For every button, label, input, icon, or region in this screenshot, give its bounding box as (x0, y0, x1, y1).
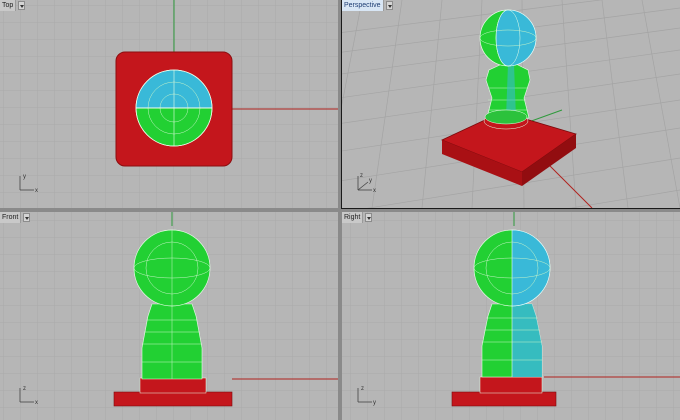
viewport-top-header: Top (0, 0, 26, 11)
viewport-right-scene: z y (342, 212, 680, 420)
viewport-right-axis-y-label: y (373, 400, 376, 406)
viewport-right-menu-caret-icon[interactable] (365, 213, 373, 222)
viewport-top[interactable]: Top y x (0, 0, 338, 208)
viewport-perspective-axis-z-label: z (360, 173, 363, 179)
viewport-perspective-axis-x-label: x (373, 188, 376, 194)
viewport-perspective[interactable]: Perspective z y x (341, 0, 680, 209)
viewport-top-axis-y-label: y (23, 174, 26, 180)
viewport-front-title[interactable]: Front (0, 212, 22, 223)
viewport-front-menu-caret-icon[interactable] (23, 213, 31, 222)
viewport-layout: Top y x Perspective z y x Front z x Righ… (0, 0, 680, 420)
base-plate-front (113, 391, 233, 407)
viewport-perspective-title[interactable]: Perspective (342, 0, 384, 11)
viewport-front-axis-x-label: x (35, 400, 38, 406)
viewport-front-header: Front (0, 212, 31, 223)
viewport-front[interactable]: Front z x (0, 212, 338, 420)
viewport-right-header: Right (342, 212, 373, 223)
viewport-right-title[interactable]: Right (342, 212, 364, 223)
viewport-right[interactable]: Right z y (342, 212, 680, 420)
viewport-top-title[interactable]: Top (0, 0, 17, 11)
viewport-top-menu-caret-icon[interactable] (18, 1, 26, 10)
viewport-perspective-menu-caret-icon[interactable] (385, 1, 393, 10)
viewport-right-axis-z-label: z (361, 386, 364, 392)
base-plate-right (451, 391, 557, 407)
viewport-front-scene: z x (0, 212, 338, 420)
viewport-perspective-axis-y-label: y (369, 178, 372, 184)
viewport-perspective-scene: z y x (342, 0, 680, 208)
viewport-front-axis-z-label: z (23, 386, 26, 392)
viewport-perspective-header: Perspective (342, 0, 393, 11)
viewport-top-scene: y x (0, 0, 338, 208)
viewport-top-axis-x-label: x (35, 188, 38, 194)
